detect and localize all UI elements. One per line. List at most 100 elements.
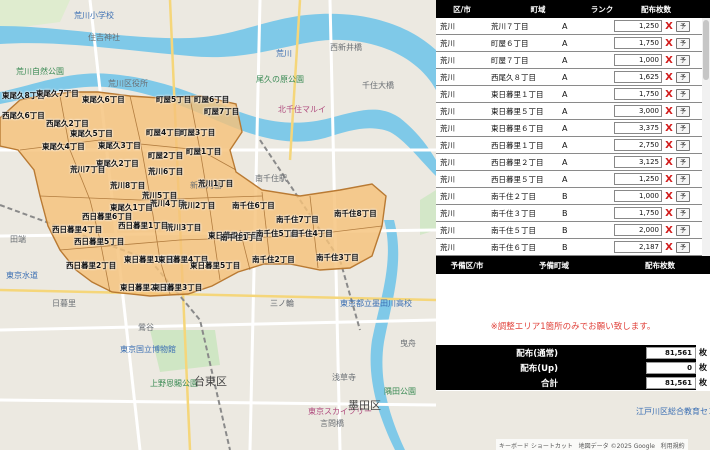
area-table-body[interactable]: 荒川 荒川７丁目 A 1,250 X 予荒川 町屋６丁目 A 1,750 X 予荒川 町屋７丁目 A 1,…: [436, 18, 702, 256]
cell-area: 荒川: [440, 38, 455, 48]
header-reserve-town: 予備町域: [539, 260, 569, 270]
total-unit: 枚: [696, 345, 710, 360]
reserve-table-header: 予備区/市 予備町域 配布枚数: [436, 256, 710, 274]
delete-x-icon[interactable]: X: [662, 157, 676, 168]
total-label: 合計: [540, 378, 558, 389]
total-row-sum: 合計 81,561 枚: [436, 375, 710, 390]
town-label: 荒川7丁目: [70, 165, 106, 174]
reserve-button[interactable]: 予: [676, 139, 690, 151]
delete-x-icon[interactable]: X: [662, 191, 676, 202]
delete-x-icon[interactable]: X: [662, 208, 676, 219]
town-label: 荒川1丁目: [198, 179, 234, 188]
scrollbar-thumb[interactable]: [703, 20, 709, 80]
count-input[interactable]: 3,125: [614, 156, 662, 168]
adjustment-notice: ※調整エリア1箇所のみでお願い致します。: [490, 322, 656, 332]
table-scrollbar[interactable]: [702, 18, 710, 256]
map-poi-label: 東京国立博物館: [120, 345, 176, 354]
cell-rank: A: [562, 21, 568, 31]
delete-x-icon[interactable]: X: [662, 123, 676, 134]
total-row-up: 配布(Up) 0 枚: [436, 360, 710, 375]
cell-town: 荒川７丁目: [491, 21, 529, 31]
distribution-panel: 区/市 町域 ランク 配布枚数 荒川 荒川７丁目 A 1,250 X 予荒川 町屋６丁目 A 1…: [436, 0, 710, 391]
count-input[interactable]: 1,250: [614, 20, 662, 32]
town-label: 南千住6丁目: [232, 201, 275, 210]
reserve-button[interactable]: 予: [676, 207, 690, 219]
delete-x-icon[interactable]: X: [662, 38, 676, 49]
reserve-button[interactable]: 予: [676, 241, 690, 253]
delete-x-icon[interactable]: X: [662, 55, 676, 66]
delete-x-icon[interactable]: X: [662, 242, 676, 253]
reserve-button[interactable]: 予: [676, 156, 690, 168]
reserve-button[interactable]: 予: [676, 88, 690, 100]
delete-x-icon[interactable]: X: [662, 140, 676, 151]
count-input[interactable]: 1,250: [614, 173, 662, 185]
reserve-button[interactable]: 予: [676, 71, 690, 83]
cell-area: 荒川: [440, 225, 455, 235]
count-input[interactable]: 1,000: [614, 190, 662, 202]
cell-rank: B: [562, 208, 568, 218]
town-label: 町屋6丁目: [194, 95, 230, 104]
map-data-credit: 地図データ ©2025 Google: [578, 443, 655, 450]
cell-area: 荒川: [440, 191, 455, 201]
count-input[interactable]: 1,750: [614, 88, 662, 100]
cell-rank: A: [562, 157, 568, 167]
town-label: 東尾久5丁目: [70, 129, 113, 138]
cell-rank: B: [562, 191, 568, 201]
cell-rank: A: [562, 38, 568, 48]
town-label: 南千住7丁目: [276, 215, 319, 224]
map-poi-label: 北千住マルイ: [278, 105, 326, 114]
map-poi-label: 荒川自然公園: [16, 67, 64, 76]
total-label: 配布(Up): [520, 363, 558, 374]
district-label: 台東区: [194, 375, 227, 388]
reserve-button[interactable]: 予: [676, 173, 690, 185]
count-input[interactable]: 2,187: [614, 241, 662, 253]
count-input[interactable]: 1,750: [614, 207, 662, 219]
total-value-field: 81,561: [646, 346, 696, 359]
map-poi-label: 住吉神社: [88, 33, 120, 42]
town-label: 西日暮里2丁目: [66, 261, 117, 270]
delete-x-icon[interactable]: X: [662, 89, 676, 100]
table-row: 荒川 西日暮里５丁目 A 1,250 X 予: [436, 171, 702, 188]
town-label: 西日暮里6丁目: [82, 212, 133, 221]
count-input[interactable]: 2,750: [614, 139, 662, 151]
cell-town: 東日暮里５丁目: [491, 106, 544, 116]
reserve-button[interactable]: 予: [676, 37, 690, 49]
town-label: 東尾久7丁目: [36, 89, 79, 98]
town-label: 西日暮里4丁目: [52, 225, 103, 234]
town-label: 町屋3丁目: [180, 128, 216, 137]
district-label: 荒川: [276, 49, 292, 58]
town-label: 西尾久2丁目: [46, 119, 89, 128]
count-input[interactable]: 1,750: [614, 37, 662, 49]
map-poi-label: 東京都立墨田川高校: [340, 299, 412, 308]
map-poi-label: 鶯谷: [138, 323, 154, 332]
reserve-button[interactable]: 予: [676, 122, 690, 134]
count-input[interactable]: 1,625: [614, 71, 662, 83]
cell-town: 西日暮里１丁目: [491, 140, 544, 150]
town-label: 南千住8丁目: [334, 209, 377, 218]
delete-x-icon[interactable]: X: [662, 72, 676, 83]
total-value-field: 0: [646, 361, 696, 374]
count-input[interactable]: 3,375: [614, 122, 662, 134]
table-header: 区/市 町域 ランク 配布枚数: [436, 0, 710, 18]
delete-x-icon[interactable]: X: [662, 106, 676, 117]
reserve-button[interactable]: 予: [676, 224, 690, 236]
reserve-button[interactable]: 予: [676, 190, 690, 202]
reserve-button[interactable]: 予: [676, 20, 690, 32]
delete-x-icon[interactable]: X: [662, 21, 676, 32]
terms-link[interactable]: 利用規約: [661, 443, 685, 450]
reserve-button[interactable]: 予: [676, 105, 690, 117]
keyboard-shortcuts-link[interactable]: キーボード ショートカット: [499, 443, 573, 450]
header-reserve-area: 予備区/市: [450, 260, 484, 270]
map-poi-label: 江戸川区総合教育センター: [636, 407, 710, 416]
reserve-button[interactable]: 予: [676, 54, 690, 66]
delete-x-icon[interactable]: X: [662, 225, 676, 236]
delete-x-icon[interactable]: X: [662, 174, 676, 185]
map-poi-label: 田端: [10, 235, 26, 244]
count-input[interactable]: 1,000: [614, 54, 662, 66]
count-input[interactable]: 2,000: [614, 224, 662, 236]
cell-rank: A: [562, 55, 568, 65]
count-input[interactable]: 3,000: [614, 105, 662, 117]
cell-rank: A: [562, 123, 568, 133]
header-area: 区/市: [453, 4, 471, 14]
cell-area: 荒川: [440, 55, 455, 65]
